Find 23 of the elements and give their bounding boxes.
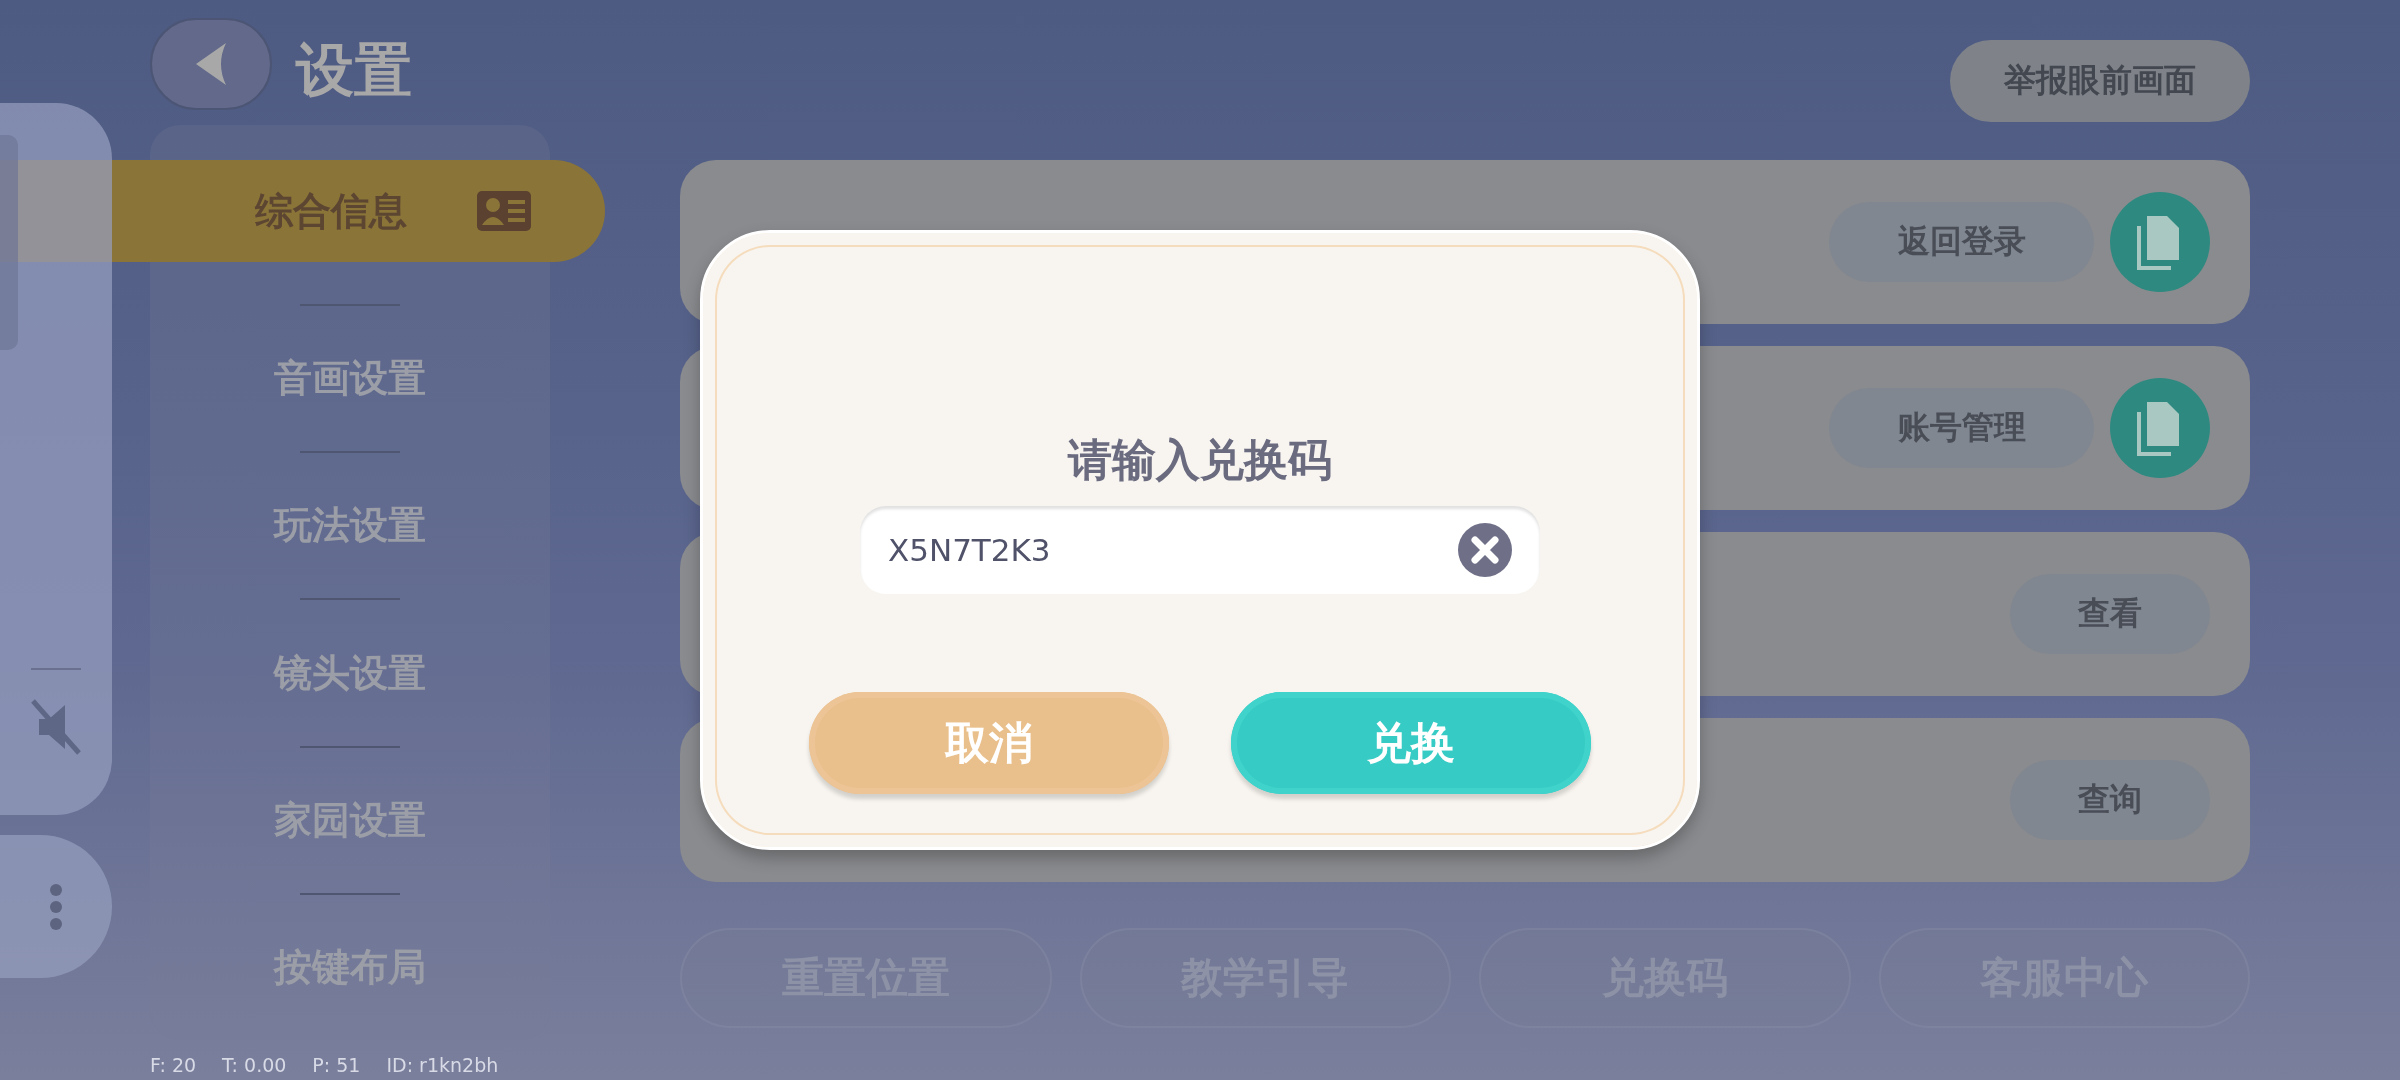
dialog-title: 请输入兑换码	[1068, 433, 1332, 487]
debug-stat: P: 51	[312, 1054, 361, 1078]
sound-button[interactable]	[31, 699, 81, 755]
report-button[interactable]: 举报眼前画面	[1950, 40, 2250, 122]
debug-stat: T: 0.00	[222, 1054, 287, 1078]
id-card-icon	[476, 191, 531, 231]
code-input-field[interactable]: X5N7T2K3	[860, 506, 1540, 594]
redeem-button[interactable]: 兑换	[1231, 692, 1591, 794]
debug-stat: F: 20	[150, 1054, 197, 1078]
row-button[interactable]: 返回登录	[1829, 202, 2094, 282]
row-button[interactable]: 查询	[2010, 760, 2210, 840]
back-icon	[194, 41, 228, 87]
sidebar-item[interactable]: 玩法设置	[150, 453, 550, 599]
row-button[interactable]: 查看	[2010, 574, 2210, 654]
more-button[interactable]	[0, 835, 112, 978]
mute-icon	[31, 699, 81, 755]
debug-stat: ID: r1kn2bh	[386, 1054, 499, 1078]
clear-button[interactable]	[1458, 523, 1512, 577]
clear-icon	[1458, 523, 1512, 577]
cancel-button[interactable]: 取消	[809, 692, 1169, 794]
sidebar-item[interactable]: 音画设置	[150, 306, 550, 452]
row-button[interactable]: 账号管理	[1829, 388, 2094, 468]
page-title: 设置	[296, 35, 412, 106]
